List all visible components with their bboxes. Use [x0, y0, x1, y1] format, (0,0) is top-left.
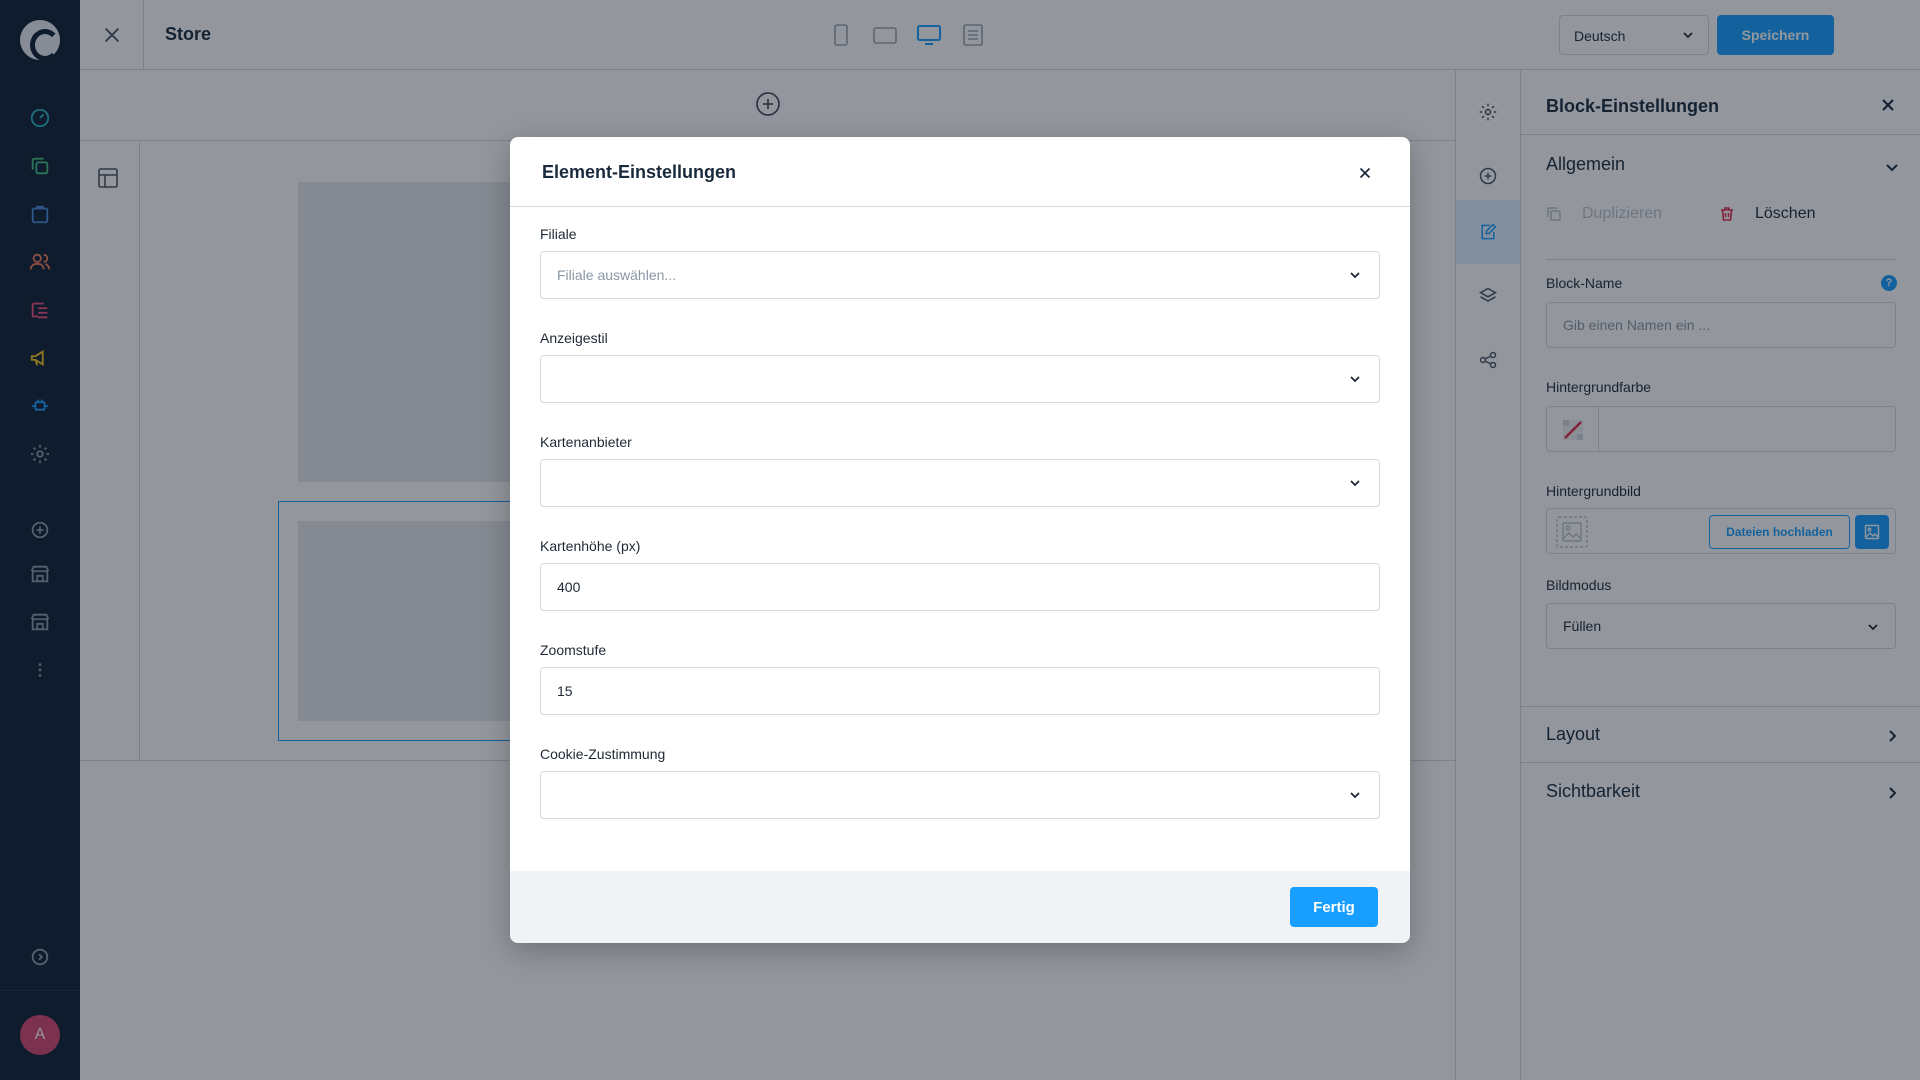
field-label-display-style: Anzeigestil	[540, 330, 608, 346]
chevron-down-icon	[1350, 272, 1360, 279]
chevron-down-icon	[1350, 792, 1360, 799]
map-height-value: 400	[557, 579, 581, 595]
field-label-zoom: Zoomstufe	[540, 642, 607, 658]
store-select[interactable]: Filiale auswählen...	[540, 251, 1380, 299]
chevron-down-icon	[1350, 480, 1360, 487]
store-select-value: Filiale auswählen...	[557, 267, 677, 283]
element-settings-modal: Element-Einstellungen Filiale Filiale au…	[510, 137, 1410, 943]
field-label-store: Filiale	[540, 226, 577, 242]
modal-footer: Fertig	[510, 871, 1410, 943]
zoom-level-input[interactable]: 15	[540, 667, 1380, 715]
modal-header: Element-Einstellungen	[510, 137, 1410, 207]
zoom-level-value: 15	[557, 683, 573, 699]
field-label-cookie-consent: Cookie-Zustimmung	[540, 746, 666, 762]
field-label-map-provider: Kartenanbieter	[540, 434, 632, 450]
done-button[interactable]: Fertig	[1290, 887, 1378, 927]
display-style-select[interactable]	[540, 355, 1380, 403]
modal-title: Element-Einstellungen	[542, 162, 737, 182]
chevron-down-icon	[1350, 376, 1360, 383]
modal-close-button[interactable]	[1355, 163, 1375, 183]
map-provider-select[interactable]	[540, 459, 1380, 507]
cookie-consent-select[interactable]	[540, 771, 1380, 819]
map-height-input[interactable]: 400	[540, 563, 1380, 611]
field-label-map-height: Kartenhöhe (px)	[540, 538, 641, 554]
close-icon	[1359, 167, 1371, 179]
